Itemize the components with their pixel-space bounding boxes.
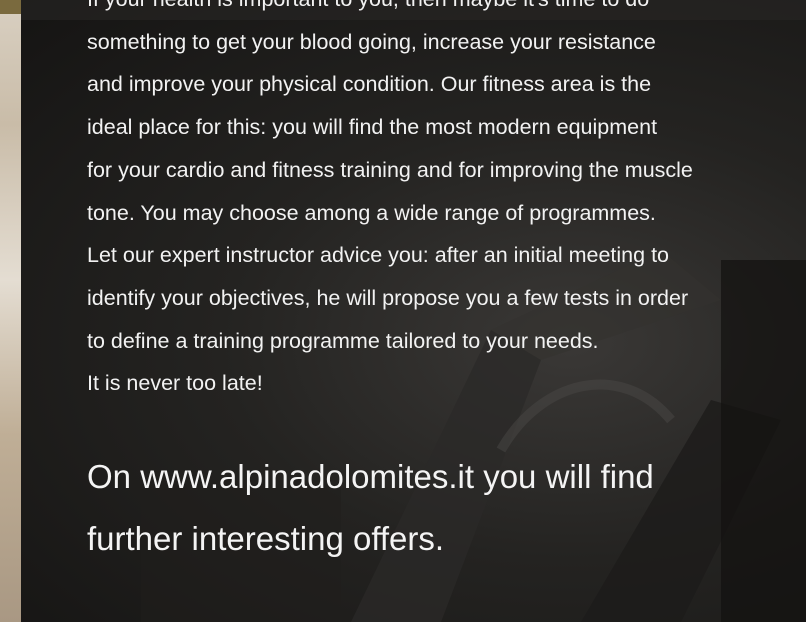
offers-prefix: On (87, 458, 141, 495)
offers-line-1: On www.alpinadolomites.it you will find (87, 446, 806, 508)
paragraph-line: for your cardio and fitness training and… (87, 157, 693, 182)
offers-callout: On www.alpinadolomites.it you will find … (87, 446, 806, 570)
paragraph-line: It is never too late! (87, 371, 263, 396)
side-photo-detail (0, 0, 21, 14)
offers-suffix: you will find (474, 458, 654, 495)
paragraph-line: tone. You may choose among a wide range … (87, 200, 656, 225)
paragraph-line: Let our expert instructor advice you: af… (87, 243, 670, 268)
paragraph-line: and improve your physical condition. Our… (87, 72, 652, 97)
paragraph-line: ideal place for this: you will find the … (87, 115, 658, 140)
website-link[interactable]: www.alpinadolomites.it (140, 458, 474, 495)
fitness-description: If your health is important to you, then… (87, 0, 806, 405)
paragraph-line: identify your objectives, he will propos… (87, 285, 689, 310)
offers-line-2: further interesting offers. (87, 520, 445, 557)
paragraph-line: to define a training programme tailored … (87, 328, 599, 353)
side-photo-strip (0, 0, 21, 622)
paragraph-line: something to get your blood going, incre… (87, 29, 656, 54)
paragraph-line: If your health is important to you, then… (87, 0, 806, 21)
fitness-content-panel: If your health is important to you, then… (21, 0, 806, 622)
